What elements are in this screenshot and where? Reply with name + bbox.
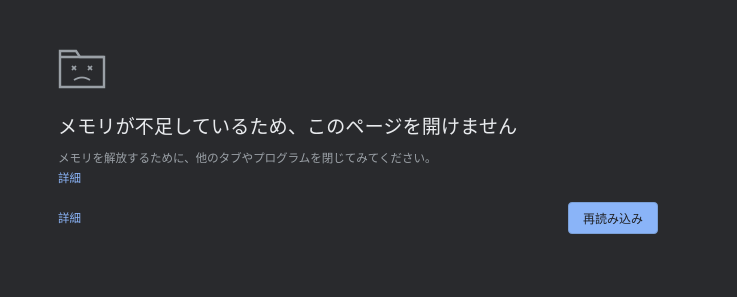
sad-tab-icon: [58, 49, 106, 89]
error-page: メモリが不足しているため、このページを開けません メモリを解放するために、他のタ…: [0, 0, 737, 297]
error-heading: メモリが不足しているため、このページを開けません: [58, 116, 518, 138]
reload-button[interactable]: 再読み込み: [568, 202, 658, 234]
error-message: メモリを解放するために、他のタブやプログラムを閉じてみてください。: [58, 151, 437, 165]
details-link[interactable]: 詳細: [58, 170, 81, 186]
details-button[interactable]: 詳細: [58, 210, 81, 226]
